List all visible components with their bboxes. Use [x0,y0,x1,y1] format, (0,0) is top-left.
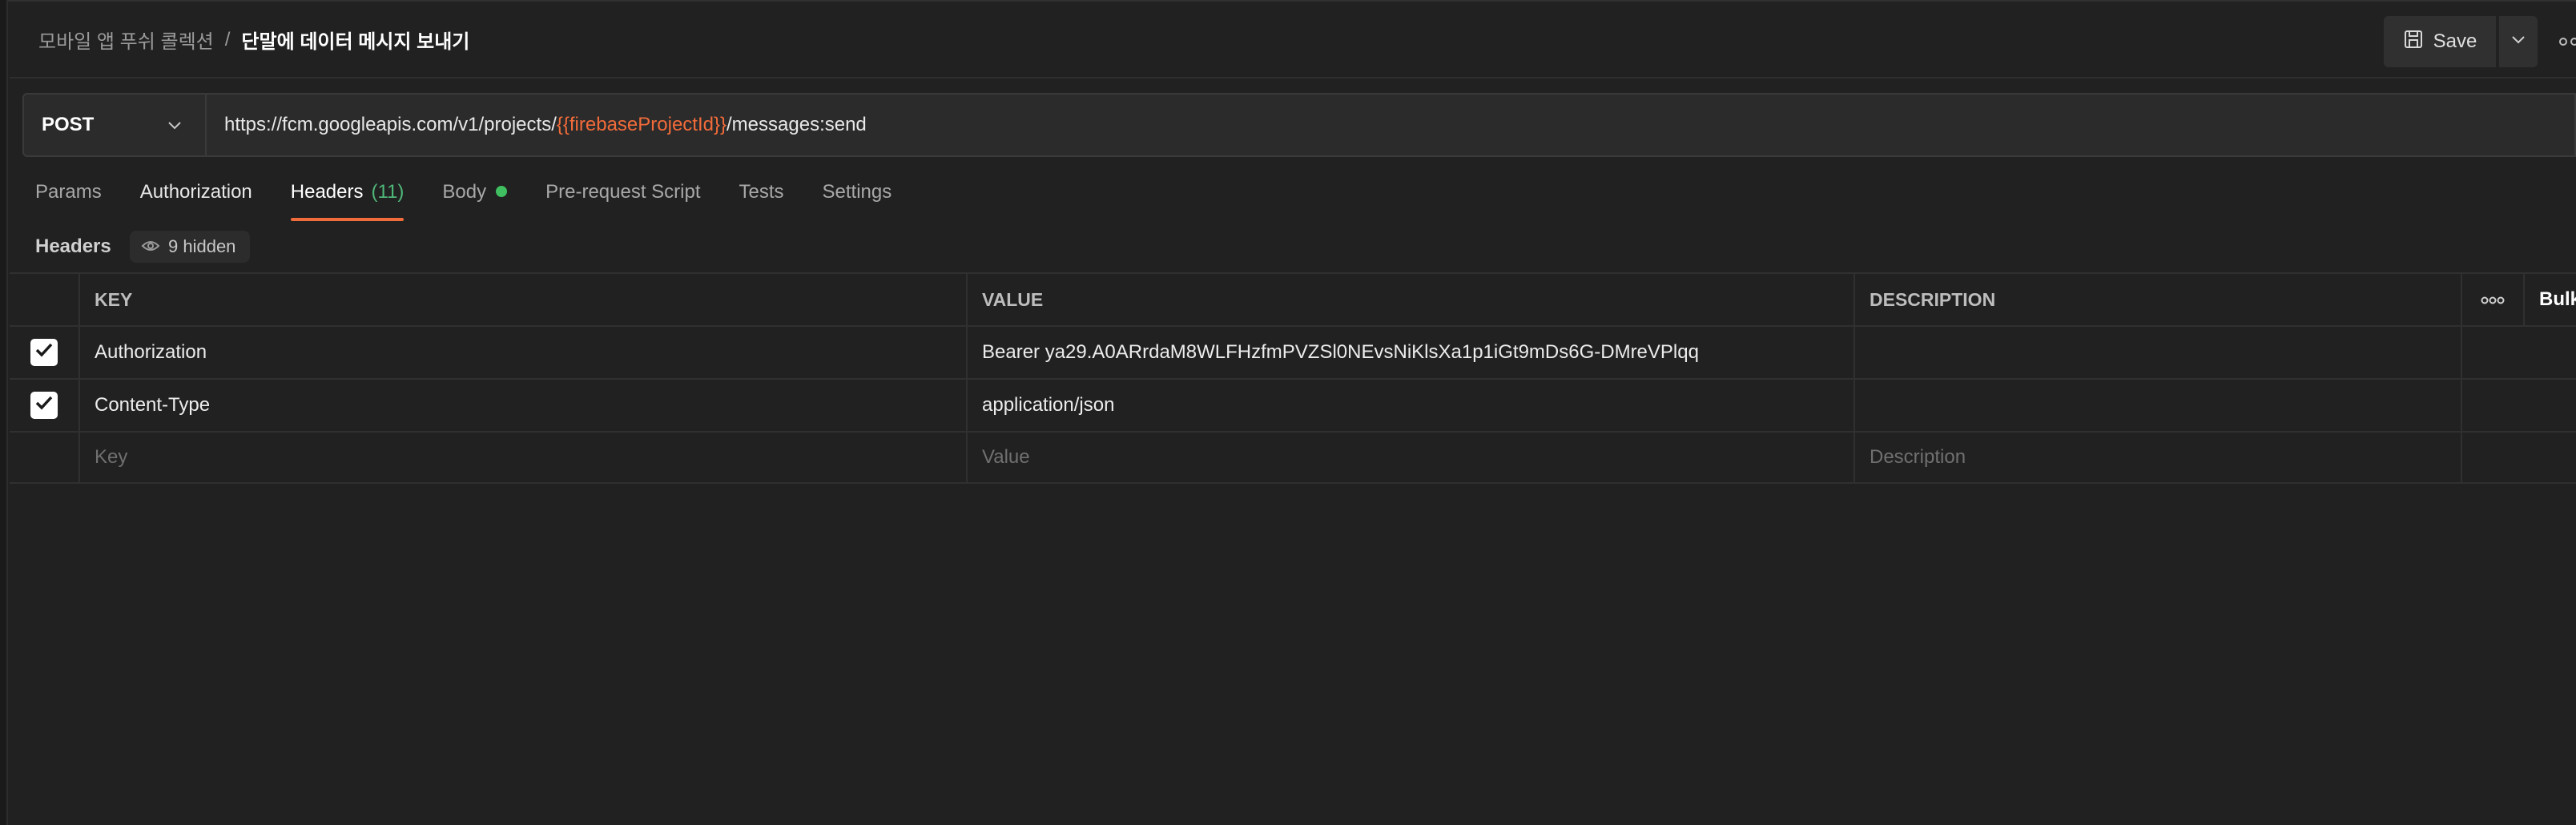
tab-label: Headers [290,181,364,203]
column-header-key: KEY [80,274,968,325]
row-checkbox-cell [10,380,80,431]
method-select[interactable]: POST [22,93,207,157]
url-bar: POST https://fcm.googleapis.com/v1/proje… [22,93,2576,157]
header-value-cell[interactable]: Bearer ya29.A0ARrdaM8WLFHzfmPVZSl0NEvsNi… [968,327,1855,378]
header-description-cell[interactable] [1855,380,2462,431]
tab-label: Settings [822,181,892,203]
headers-table: KEY VALUE DESCRIPTION Bulk Authorization… [10,272,2576,484]
save-icon [2403,29,2424,55]
tab-authorization[interactable]: Authorization [140,181,252,221]
url-suffix: /messages:send [727,114,867,135]
save-options-button[interactable] [2499,16,2538,67]
breadcrumb-separator: / [224,28,231,50]
save-label: Save [2433,30,2477,52]
save-button-group: Save [2384,16,2538,67]
hidden-count-label: 9 hidden [168,236,236,256]
more-actions-button[interactable] [2557,34,2576,50]
request-tabs: Params Authorization Headers (11) Body P… [35,181,930,221]
method-label: POST [42,114,95,135]
tab-headers[interactable]: Headers (11) [290,181,405,221]
checkbox-checked-icon [34,394,54,417]
tab-label: Pre-request Script [545,181,701,203]
column-header-description: DESCRIPTION [1855,274,2462,325]
table-row-new: Key Value Description [10,431,2576,484]
checkbox-checked-icon [34,341,54,364]
tab-pre-request-script[interactable]: Pre-request Script [545,181,700,221]
tab-label: Tests [739,181,784,203]
tab-settings[interactable]: Settings [823,181,892,221]
save-button[interactable]: Save [2384,16,2496,67]
more-horizontal-icon [2480,288,2506,311]
row-spacer [2462,327,2576,378]
postman-request-editor: 모바일 앱 푸쉬 콜렉션 / 단말에 데이터 메시지 보내기 Save POST… [0,0,2576,825]
url-input[interactable]: https://fcm.googleapis.com/v1/projects/{… [207,93,2576,157]
hidden-headers-toggle[interactable]: 9 hidden [130,231,251,263]
breadcrumb-collection[interactable]: 모바일 앱 푸쉬 콜렉션 [38,26,214,54]
table-header-row: KEY VALUE DESCRIPTION Bulk [10,272,2576,325]
headers-section-title: Headers [35,235,111,257]
tab-body[interactable]: Body [442,181,508,221]
new-key-input[interactable]: Key [80,433,968,482]
url-variable[interactable]: {{firebaseProjectId}} [557,114,727,136]
more-horizontal-icon [2557,38,2576,53]
chevron-down-icon [167,114,183,136]
row-checkbox-cell [10,327,80,378]
header-check-cell [10,274,80,325]
body-indicator-dot [496,186,508,197]
table-row: Authorization Bearer ya29.A0ARrdaM8WLFHz… [10,325,2576,378]
table-row: Content-Type application/json [10,378,2576,431]
bulk-edit-button[interactable]: Bulk [2525,274,2576,325]
headers-count: (11) [371,181,405,203]
left-sidebar-edge [0,0,8,825]
chevron-down-icon [2510,34,2526,49]
url-prefix: https://fcm.googleapis.com/v1/projects/ [224,114,557,135]
new-value-input[interactable]: Value [968,433,1855,482]
request-header: 모바일 앱 푸쉬 콜렉션 / 단말에 데이터 메시지 보내기 Save [10,2,2576,78]
new-description-input[interactable]: Description [1855,433,2462,482]
header-enabled-checkbox[interactable] [30,392,58,419]
row-checkbox-cell [10,433,80,482]
tab-tests[interactable]: Tests [739,181,784,221]
tab-label: Body [442,181,487,203]
table-options-button[interactable] [2462,274,2525,325]
row-spacer [2462,380,2576,431]
header-key-cell[interactable]: Authorization [80,327,968,378]
column-header-value: VALUE [968,274,1855,325]
breadcrumb: 모바일 앱 푸쉬 콜렉션 / 단말에 데이터 메시지 보내기 [38,26,469,54]
header-value-cell[interactable]: application/json [968,380,1855,431]
header-enabled-checkbox[interactable] [30,339,58,366]
eye-icon [141,236,160,257]
row-spacer [2462,433,2576,482]
header-description-cell[interactable] [1855,327,2462,378]
header-key-cell[interactable]: Content-Type [80,380,968,431]
breadcrumb-request-name[interactable]: 단말에 데이터 메시지 보내기 [241,26,469,54]
tab-params[interactable]: Params [35,181,102,221]
tab-label: Authorization [139,181,252,203]
tab-label: Params [35,181,102,203]
